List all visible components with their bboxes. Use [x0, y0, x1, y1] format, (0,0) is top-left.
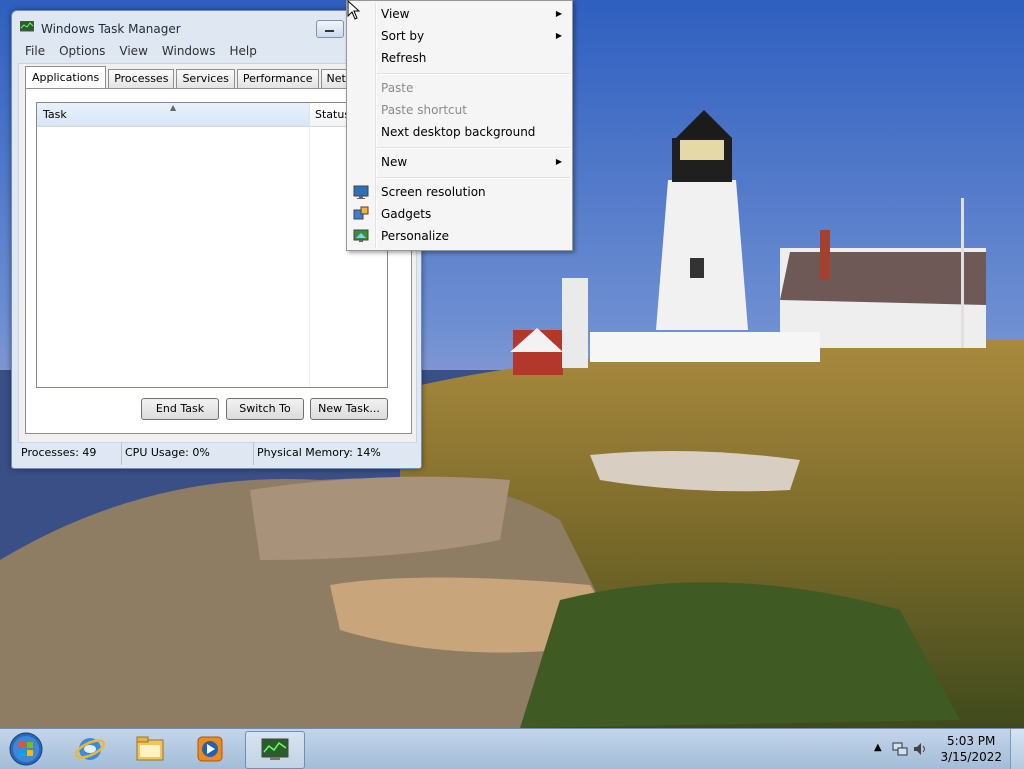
- menu-help[interactable]: Help: [222, 42, 263, 60]
- tab-processes[interactable]: Processes: [108, 69, 175, 88]
- menu-item-personalize[interactable]: Personalize: [349, 225, 570, 247]
- menu-file[interactable]: File: [18, 42, 52, 60]
- end-task-button[interactable]: End Task: [141, 398, 219, 420]
- menu-item-label: Personalize: [381, 229, 450, 243]
- tab-performance[interactable]: Performance: [236, 69, 319, 88]
- submenu-arrow-icon: ▶: [555, 31, 562, 40]
- status-cpu-usage: CPU Usage: 0%: [122, 443, 254, 465]
- tab-services[interactable]: Services: [176, 69, 235, 88]
- menu-item-sort-by[interactable]: Sort by ▶: [349, 25, 570, 47]
- list-header: Task ▲ Status: [37, 103, 387, 127]
- menu-item-gadgets[interactable]: Gadgets: [349, 203, 570, 225]
- gadgets-icon: [353, 206, 369, 220]
- clock-date: 3/15/2022: [940, 750, 1002, 764]
- task-list[interactable]: Task ▲ Status: [36, 102, 388, 388]
- menu-options[interactable]: Options: [52, 42, 112, 60]
- menu-view[interactable]: View: [112, 42, 154, 60]
- mouse-cursor-icon: [347, 0, 361, 20]
- menu-item-label: Screen resolution: [381, 185, 486, 199]
- minimize-button[interactable]: [316, 20, 344, 38]
- window-title: Windows Task Manager: [41, 22, 181, 36]
- menu-separator: [377, 177, 570, 179]
- task-manager-icon: [20, 21, 34, 32]
- clock[interactable]: 5:03 PM 3/15/2022: [940, 733, 1002, 765]
- tab-applications[interactable]: Applications: [25, 66, 107, 89]
- menu-windows[interactable]: Windows: [155, 42, 223, 60]
- desktop-context-menu: View ▶ Sort by ▶ Refresh Paste Paste sho…: [346, 0, 573, 251]
- sort-ascending-icon: ▲: [170, 103, 177, 112]
- menu-item-view[interactable]: View ▶: [349, 3, 570, 25]
- menu-item-paste: Paste: [381, 81, 414, 95]
- menu-item-label: Gadgets: [381, 207, 432, 221]
- volume-icon[interactable]: [912, 741, 928, 757]
- minimize-icon: [325, 30, 334, 32]
- menu-separator: [377, 147, 570, 149]
- show-hidden-icons-icon[interactable]: ▲: [874, 742, 882, 753]
- screen-resolution-icon: [353, 185, 369, 199]
- taskbar: ▲ 5:03 PM 3/15/2022: [0, 728, 1024, 769]
- menu-separator: [377, 73, 570, 75]
- media-player-icon[interactable]: [182, 731, 238, 767]
- task-manager-icon: [261, 738, 289, 760]
- file-explorer-icon[interactable]: [122, 731, 178, 767]
- new-task-button[interactable]: New Task...: [310, 398, 388, 420]
- menu-item-label: Sort by: [381, 29, 425, 43]
- clock-time: 5:03 PM: [947, 734, 996, 748]
- internet-explorer-icon[interactable]: [62, 731, 118, 767]
- taskbar-button-task-manager[interactable]: [245, 731, 305, 769]
- menu-item-label: New: [381, 155, 408, 169]
- status-bar: Processes: 49 CPU Usage: 0% Physical Mem…: [18, 443, 415, 465]
- menu-item-paste-shortcut: Paste shortcut: [381, 103, 467, 117]
- personalize-icon: [353, 229, 369, 242]
- status-processes: Processes: 49: [18, 443, 122, 465]
- tab-strip: Applications Processes Services Performa…: [25, 66, 398, 89]
- submenu-arrow-icon: ▶: [555, 157, 562, 166]
- menu-item-screen-resolution[interactable]: Screen resolution: [349, 181, 570, 203]
- switch-to-button[interactable]: Switch To: [226, 398, 304, 420]
- menu-bar: File Options View Windows Help: [18, 42, 264, 60]
- system-tray: ▲ 5:03 PM 3/15/2022: [864, 729, 1024, 769]
- show-desktop-button[interactable]: [1010, 729, 1024, 769]
- status-physical-memory: Physical Memory: 14%: [257, 446, 381, 459]
- menu-item-refresh[interactable]: Refresh: [349, 47, 570, 69]
- network-icon[interactable]: [892, 741, 908, 757]
- start-orb-icon[interactable]: [6, 731, 46, 767]
- menu-item-label: View: [381, 7, 410, 21]
- menu-item-new[interactable]: New ▶: [349, 151, 570, 173]
- menu-item-next-desktop-background[interactable]: Next desktop background: [349, 121, 570, 143]
- submenu-arrow-icon: ▶: [555, 9, 562, 18]
- column-divider: [309, 126, 310, 387]
